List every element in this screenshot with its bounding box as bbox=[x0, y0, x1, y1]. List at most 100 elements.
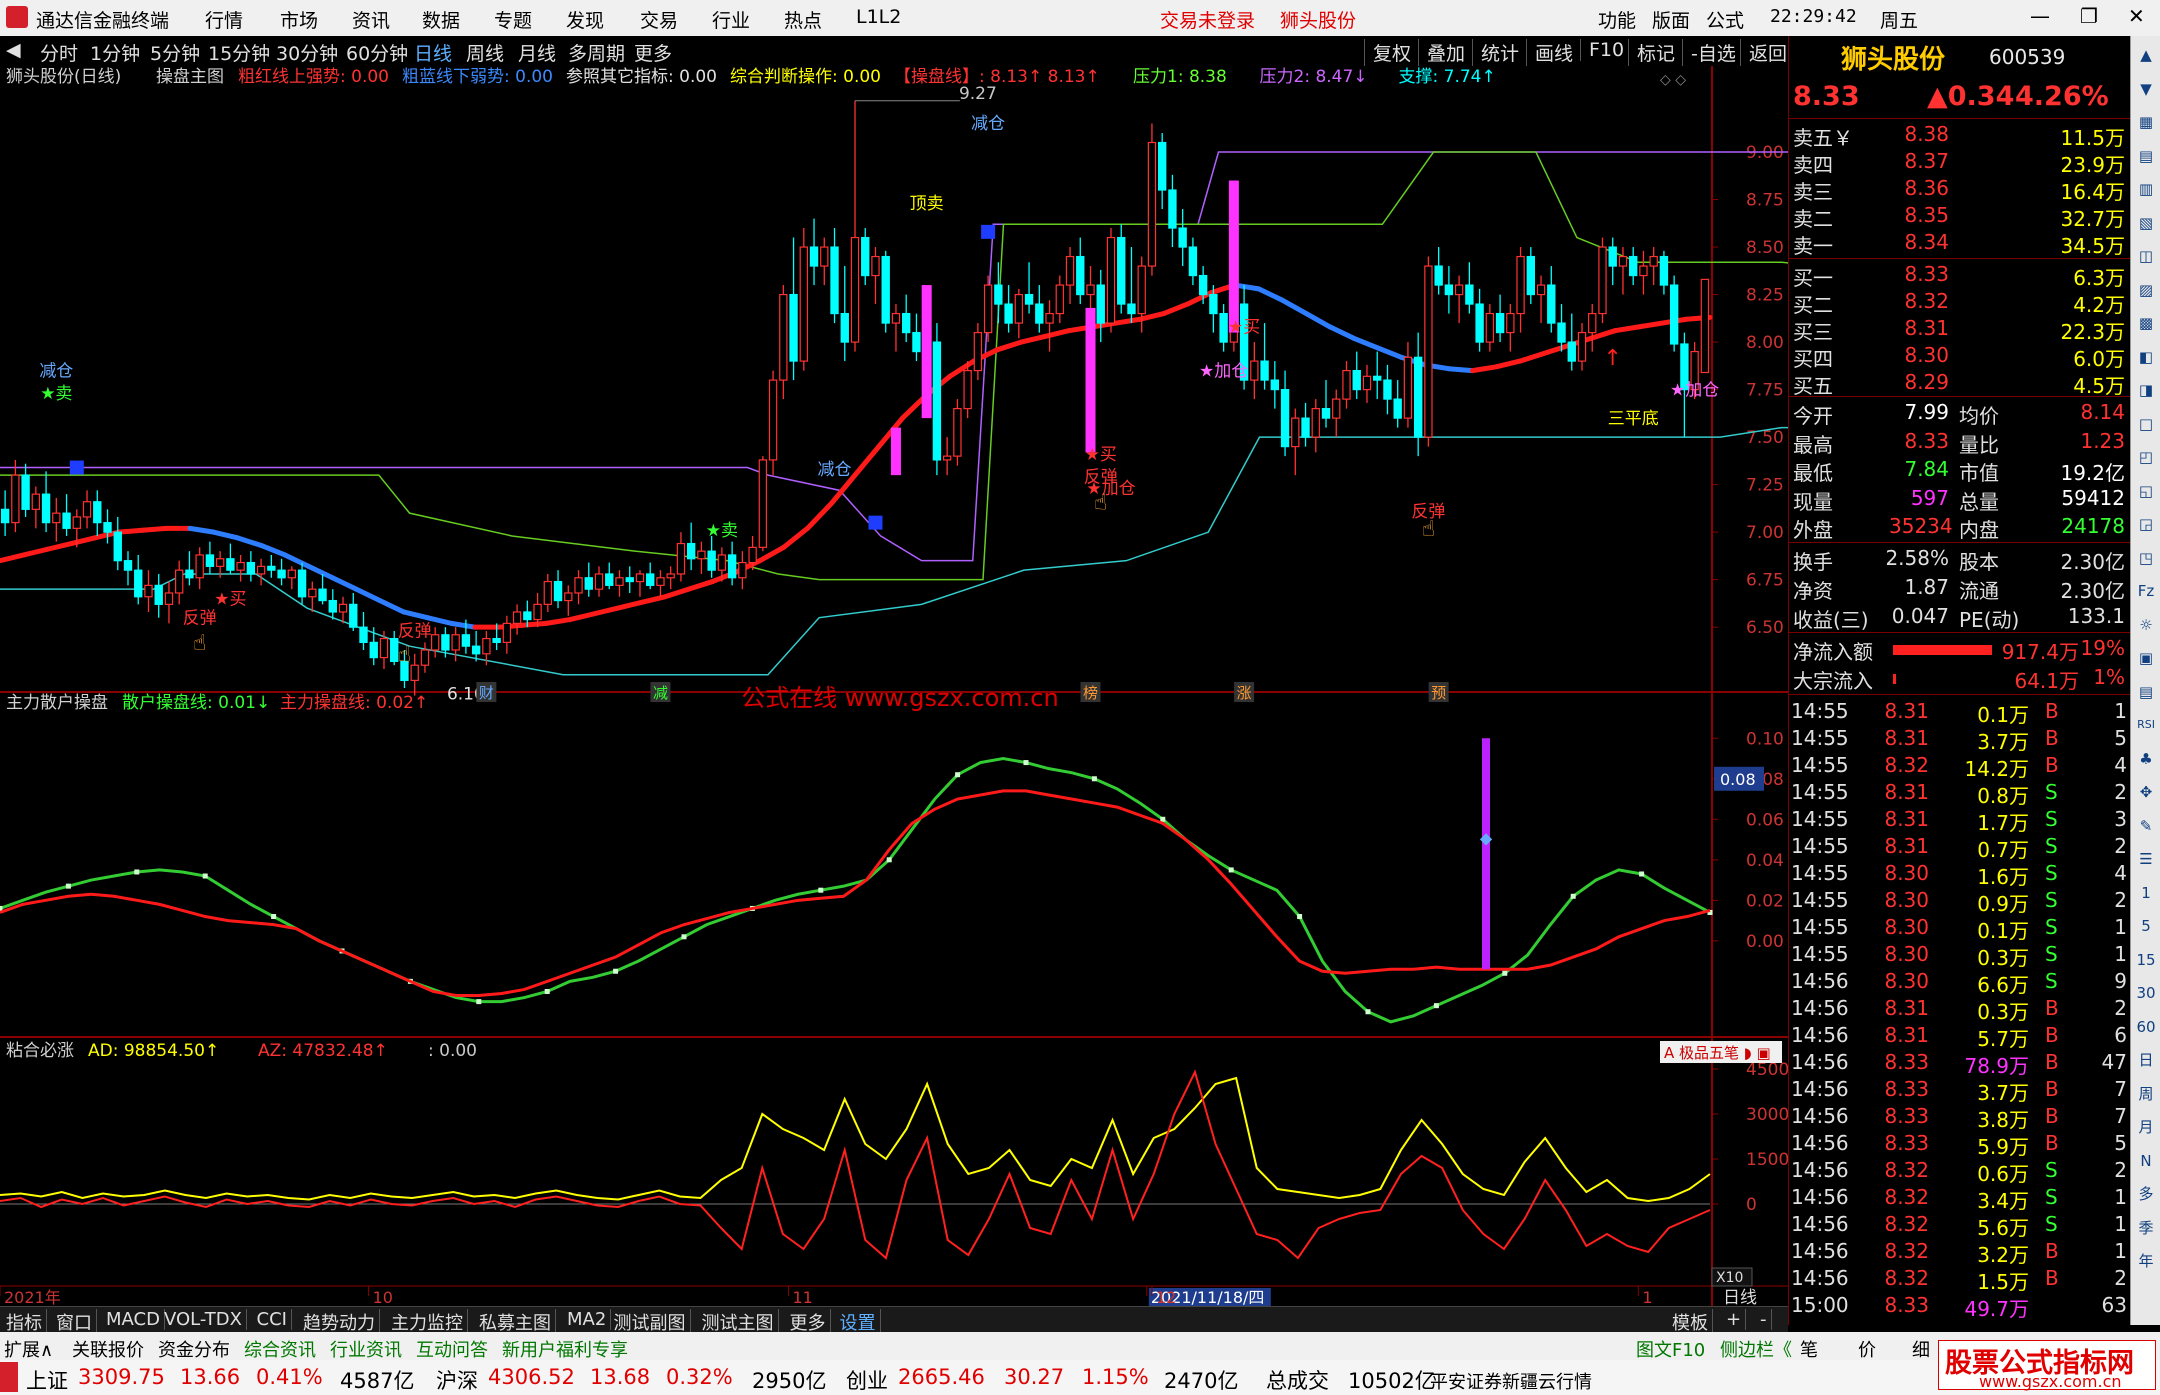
period-fenshi[interactable]: 分时 bbox=[40, 39, 78, 66]
sidebar-tool-icon[interactable]: 季 bbox=[2135, 1217, 2157, 1239]
period-monthly[interactable]: 月线 bbox=[518, 39, 556, 66]
sidebar-tool-icon[interactable]: ▣ bbox=[2135, 647, 2157, 669]
ext-link-1[interactable]: 关联报价 bbox=[72, 1336, 144, 1362]
sidebar-tool-icon[interactable]: ◱ bbox=[2135, 480, 2157, 502]
tick-row-cell: 8.30 bbox=[1884, 915, 1929, 939]
tick-row-cell: 1 bbox=[2114, 1212, 2127, 1236]
menu-industry[interactable]: 行业 bbox=[712, 6, 750, 33]
ext-link-2[interactable]: 资金分布 bbox=[158, 1336, 230, 1362]
sidebar-tool-icon[interactable]: ◧ bbox=[2135, 346, 2157, 368]
ext-link-6[interactable]: 新用户福利专享 bbox=[502, 1336, 628, 1362]
sidebar-tool-icon[interactable]: 日 bbox=[2135, 1049, 2157, 1071]
menu-layout[interactable]: 版面 bbox=[1652, 6, 1690, 33]
sidebar-tool-icon[interactable]: ▼ bbox=[2135, 78, 2157, 100]
period-multi[interactable]: 多周期 bbox=[568, 39, 625, 66]
cy-name[interactable]: 创业 bbox=[846, 1365, 888, 1395]
sidebar-tool-icon[interactable]: ♣ bbox=[2135, 748, 2157, 770]
tab-right-2[interactable]: - bbox=[1756, 1309, 1772, 1330]
menu-l1l2[interactable]: L1L2 bbox=[856, 6, 901, 28]
period-15min[interactable]: 15分钟 bbox=[208, 39, 270, 66]
ext-right-3[interactable]: 价 bbox=[1858, 1336, 1876, 1362]
btn-fuquan[interactable]: 复权 bbox=[1364, 39, 1411, 66]
ext-link-0[interactable]: 扩展∧ bbox=[4, 1336, 53, 1362]
ext-link-5[interactable]: 互动问答 bbox=[416, 1336, 488, 1362]
sidebar-tool-icon[interactable]: ◲ bbox=[2135, 513, 2157, 535]
ext-right-2[interactable]: 笔 bbox=[1800, 1336, 1818, 1362]
sidebar-tool-icon[interactable]: 多 bbox=[2135, 1183, 2157, 1205]
sidebar-tool-icon[interactable]: RSI bbox=[2135, 714, 2157, 736]
sidebar-tool-icon[interactable]: ◨ bbox=[2135, 379, 2157, 401]
period-60min[interactable]: 60分钟 bbox=[346, 39, 408, 66]
sidebar-tool-icon[interactable]: 15 bbox=[2135, 949, 2157, 971]
tab-4[interactable]: CCI bbox=[253, 1309, 292, 1330]
btn-draw[interactable]: 画线 bbox=[1526, 39, 1573, 66]
login-status[interactable]: 交易未登录 bbox=[1160, 6, 1255, 33]
menu-discover[interactable]: 发现 bbox=[566, 6, 604, 33]
sidebar-tool-icon[interactable]: 1 bbox=[2135, 882, 2157, 904]
period-back-icon[interactable]: ◀ bbox=[6, 39, 21, 61]
menu-formula[interactable]: 公式 bbox=[1706, 6, 1744, 33]
sidebar-tool-icon[interactable]: ▧ bbox=[2135, 212, 2157, 234]
sidebar-tool-icon[interactable]: ✥ bbox=[2135, 781, 2157, 803]
ext-right-1[interactable]: 侧边栏《 bbox=[1720, 1336, 1792, 1362]
tab-3[interactable]: VOL-TDX bbox=[160, 1309, 247, 1330]
sidebar-tool-icon[interactable]: 30 bbox=[2135, 982, 2157, 1004]
close-icon[interactable]: ✕ bbox=[2128, 4, 2145, 28]
sidebar-tool-icon[interactable]: □ bbox=[2135, 413, 2157, 435]
sidebar-tool-icon[interactable]: ☼ bbox=[2135, 614, 2157, 636]
kline-chart[interactable]: 狮头股份(日线) 操盘主图 粗红线上强势: 0.00 粗蓝线下弱势: 0.00 参照其它… bbox=[0, 66, 1788, 1306]
sidebar-tool-icon[interactable]: ▲ bbox=[2135, 44, 2157, 66]
tab-8[interactable]: MA2 bbox=[563, 1309, 612, 1330]
sidebar-tool-icon[interactable]: ▦ bbox=[2135, 111, 2157, 133]
sz-name[interactable]: 沪深 bbox=[436, 1365, 478, 1395]
tab-right-1[interactable]: + bbox=[1722, 1309, 1747, 1330]
menu-markets[interactable]: 市场 bbox=[280, 6, 318, 33]
sidebar-tool-icon[interactable]: 60 bbox=[2135, 1016, 2157, 1038]
period-weekly[interactable]: 周线 bbox=[466, 39, 504, 66]
candle-body bbox=[379, 637, 389, 659]
menu-function[interactable]: 功能 bbox=[1598, 6, 1636, 33]
sidebar-tool-icon[interactable]: ◳ bbox=[2135, 547, 2157, 569]
sidebar-tool-icon[interactable]: ▨ bbox=[2135, 279, 2157, 301]
sidebar-tool-icon[interactable]: ✎ bbox=[2135, 815, 2157, 837]
sidebar-tool-icon[interactable]: Fz bbox=[2135, 580, 2157, 602]
maximize-icon[interactable]: ❐ bbox=[2080, 4, 2098, 28]
tab-2[interactable]: MACD bbox=[102, 1309, 165, 1330]
period-more[interactable]: 更多 bbox=[634, 39, 672, 66]
ext-right-4[interactable]: 细 bbox=[1912, 1336, 1930, 1362]
sidebar-tool-icon[interactable]: ▥ bbox=[2135, 178, 2157, 200]
sidebar-tool-icon[interactable]: N bbox=[2135, 1150, 2157, 1172]
minimize-icon[interactable]: — bbox=[2030, 4, 2050, 28]
sidebar-tool-icon[interactable]: ▩ bbox=[2135, 312, 2157, 334]
ext-link-3[interactable]: 综合资讯 bbox=[244, 1336, 316, 1362]
btn-mark[interactable]: 标记 bbox=[1628, 39, 1675, 66]
menu-trade[interactable]: 交易 bbox=[640, 6, 678, 33]
menu-news[interactable]: 资讯 bbox=[352, 6, 390, 33]
sidebar-tool-icon[interactable]: ◫ bbox=[2135, 245, 2157, 267]
menu-hot[interactable]: 热点 bbox=[784, 6, 822, 33]
sidebar-tool-icon[interactable]: ▤ bbox=[2135, 145, 2157, 167]
sidebar-tool-icon[interactable]: ◰ bbox=[2135, 446, 2157, 468]
signal-label: ★加仓 bbox=[1199, 361, 1248, 381]
sidebar-tool-icon[interactable]: ▤ bbox=[2135, 681, 2157, 703]
period-daily[interactable]: 日线 bbox=[414, 39, 452, 66]
ext-link-4[interactable]: 行业资讯 bbox=[330, 1336, 402, 1362]
btn-watchlist[interactable]: -自选 bbox=[1682, 39, 1736, 66]
btn-overlay[interactable]: 叠加 bbox=[1418, 39, 1465, 66]
sidebar-tool-icon[interactable]: 月 bbox=[2135, 1116, 2157, 1138]
btn-back[interactable]: 返回 bbox=[1740, 39, 1787, 66]
period-5min[interactable]: 5分钟 bbox=[150, 39, 200, 66]
sidebar-tool-icon[interactable]: 年 bbox=[2135, 1250, 2157, 1272]
btn-stats[interactable]: 统计 bbox=[1472, 39, 1519, 66]
sidebar-tool-icon[interactable]: 5 bbox=[2135, 915, 2157, 937]
menu-topic[interactable]: 专题 bbox=[494, 6, 532, 33]
menu-data[interactable]: 数据 bbox=[422, 6, 460, 33]
sidebar-tool-icon[interactable]: 周 bbox=[2135, 1083, 2157, 1105]
period-30min[interactable]: 30分钟 bbox=[276, 39, 338, 66]
ext-right-0[interactable]: 图文F10 bbox=[1636, 1336, 1705, 1362]
btn-f10[interactable]: F10 bbox=[1580, 39, 1624, 61]
sh-name[interactable]: 上证 bbox=[26, 1365, 68, 1395]
menu-market[interactable]: 行情 bbox=[205, 6, 243, 33]
sidebar-tool-icon[interactable]: ☰ bbox=[2135, 848, 2157, 870]
period-1min[interactable]: 1分钟 bbox=[90, 39, 140, 66]
